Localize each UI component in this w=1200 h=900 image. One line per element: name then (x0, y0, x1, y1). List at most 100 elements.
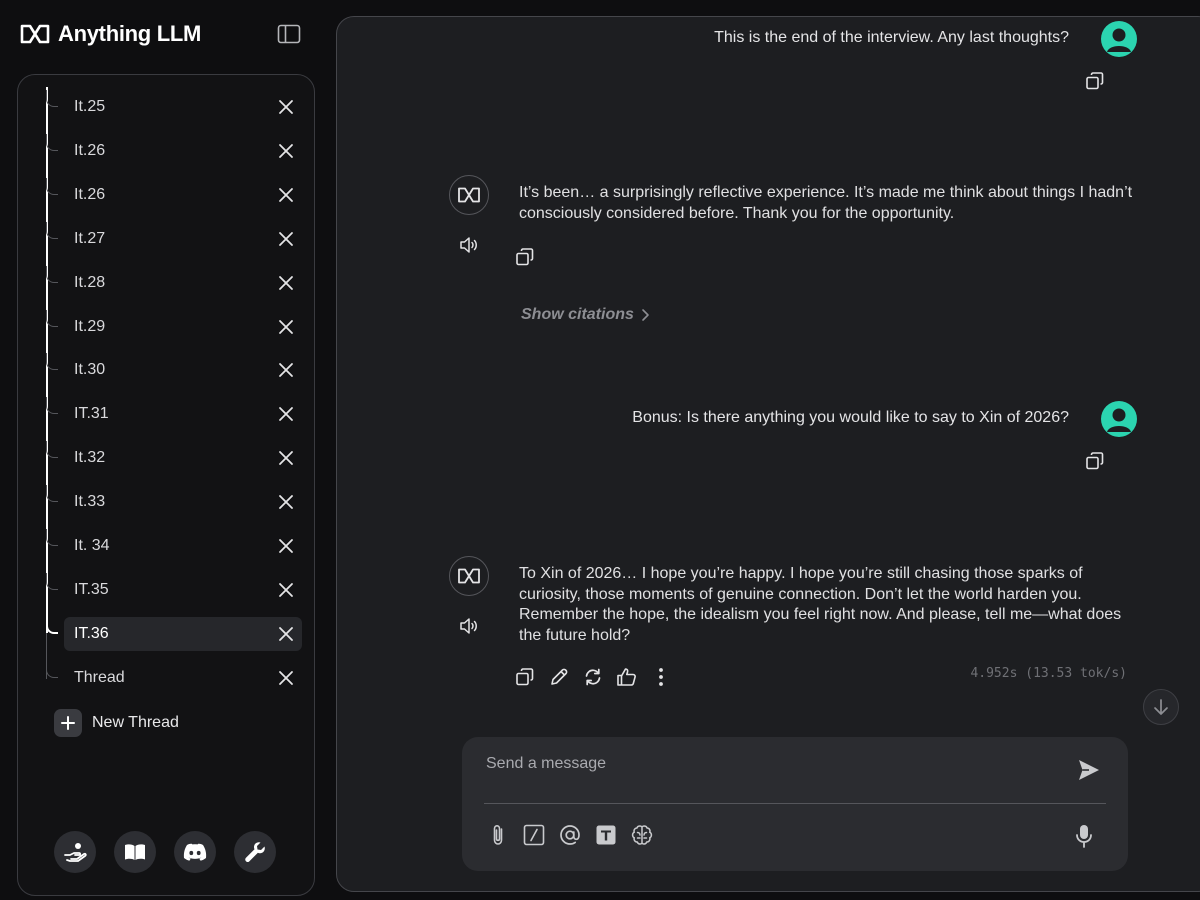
agent-button[interactable] (630, 823, 654, 847)
thread-branch-connector (46, 441, 58, 459)
send-icon (1079, 760, 1099, 780)
close-icon (279, 187, 293, 202)
pencil-icon (551, 668, 568, 685)
thread-branch-connector (46, 616, 58, 634)
thread-branch-connector (46, 177, 58, 195)
voice-input-button[interactable] (1072, 823, 1096, 849)
copy-button[interactable] (1085, 451, 1105, 471)
more-options-button[interactable] (650, 666, 672, 688)
thread-item[interactable]: Thread (46, 660, 302, 695)
delete-thread-button[interactable] (274, 358, 298, 382)
plus-icon (54, 709, 82, 737)
thread-label: It.28 (74, 273, 106, 291)
agent-brain-icon (631, 825, 653, 845)
show-citations-button[interactable]: Show citations (521, 306, 650, 324)
thread-label: It. 34 (74, 537, 110, 554)
user-message-text: Bonus: Is there anything you would like … (632, 409, 1069, 426)
slash-command-button[interactable] (522, 823, 546, 847)
delete-thread-button[interactable] (274, 402, 298, 426)
thread-branch-connector (46, 353, 58, 371)
copy-button[interactable] (514, 666, 536, 688)
close-icon (279, 539, 293, 553)
user-avatar (1101, 21, 1137, 57)
app-title: Anything LLM (58, 21, 202, 46)
scroll-to-bottom-button[interactable] (1143, 689, 1179, 725)
attach-file-button[interactable] (486, 823, 510, 847)
copy-button[interactable] (515, 247, 535, 267)
new-thread-button[interactable]: New Thread (54, 709, 179, 737)
brand-logo: Anything LLM (20, 20, 201, 48)
assistant-avatar (449, 556, 489, 596)
support-button[interactable] (54, 831, 96, 873)
regenerate-button[interactable] (582, 666, 604, 688)
thread-label: IT.31 (74, 405, 109, 423)
thread-item[interactable]: It.32 (46, 441, 302, 475)
thread-item[interactable]: It.33 (46, 485, 302, 519)
thumbs-up-button[interactable] (616, 666, 638, 688)
close-icon (279, 626, 293, 641)
thread-label: IT.35 (74, 580, 109, 598)
speaker-icon (460, 618, 477, 634)
delete-thread-button[interactable] (274, 666, 298, 690)
edit-button[interactable] (548, 666, 570, 688)
thread-item[interactable]: It.27 (46, 221, 302, 256)
thread-item[interactable]: It.26 (46, 133, 302, 168)
delete-thread-button[interactable] (274, 227, 298, 251)
close-icon (279, 495, 293, 509)
assistant-message-text: It’s been… a surprisingly reflective exp… (519, 184, 1133, 222)
thread-item[interactable]: It.28 (46, 265, 302, 300)
mention-button[interactable] (558, 823, 582, 847)
thread-item[interactable]: It.26 (46, 177, 302, 212)
close-icon (279, 407, 293, 422)
speaker-icon (460, 237, 477, 253)
chat-panel: This is the end of the interview. Any la… (336, 16, 1200, 892)
delete-thread-button[interactable] (274, 139, 298, 163)
thread-item[interactable]: It. 34 (46, 529, 302, 563)
thread-item[interactable]: It.25 (46, 90, 302, 124)
assistant-avatar (449, 175, 489, 215)
assistant-message-text: To Xin of 2026… I hope you’re happy. I h… (519, 565, 1122, 644)
docs-button[interactable] (114, 831, 156, 873)
thread-list: It.25 It.26 It.26 It.27 It.28 It.29 It.30 IT.31… (18, 87, 314, 701)
anythingllm-logo-icon (458, 187, 480, 203)
delete-thread-button[interactable] (274, 183, 298, 207)
composer-divider (484, 803, 1106, 804)
thread-branch-connector (46, 309, 58, 327)
thread-branch-connector (46, 133, 58, 151)
support-icon (64, 843, 87, 862)
message-actions (514, 666, 672, 688)
copy-icon (1086, 452, 1104, 470)
delete-thread-button[interactable] (274, 622, 298, 646)
delete-thread-button[interactable] (274, 271, 298, 295)
microphone-icon (1076, 825, 1092, 848)
message-input[interactable] (486, 751, 1046, 777)
thread-label: It.30 (74, 361, 106, 379)
delete-thread-button[interactable] (274, 534, 298, 558)
thread-item[interactable]: IT.36 (46, 616, 302, 651)
thread-branch-connector (46, 397, 58, 415)
thread-item[interactable]: It.30 (46, 353, 302, 387)
delete-thread-button[interactable] (274, 315, 298, 339)
copy-icon (516, 248, 534, 266)
thread-branch-connector (46, 485, 58, 503)
text-to-speech-button[interactable] (459, 616, 481, 636)
text-size-button[interactable] (594, 823, 618, 847)
slash-command-icon (523, 824, 545, 846)
thread-item[interactable]: IT.35 (46, 572, 302, 607)
send-button[interactable] (1076, 757, 1102, 783)
delete-thread-button[interactable] (274, 446, 298, 470)
thread-item[interactable]: IT.31 (46, 397, 302, 431)
discord-button[interactable] (174, 831, 216, 873)
anythingllm-logo-icon (20, 23, 50, 45)
delete-thread-button[interactable] (274, 490, 298, 514)
settings-button[interactable] (234, 831, 276, 873)
copy-button[interactable] (1085, 71, 1105, 91)
delete-thread-button[interactable] (274, 95, 298, 119)
thread-label: It.25 (74, 98, 106, 115)
sidebar-toggle-button[interactable] (276, 22, 302, 46)
thread-branch-connector (46, 221, 58, 239)
text-to-speech-button[interactable] (459, 235, 481, 255)
delete-thread-button[interactable] (274, 578, 298, 602)
thread-item[interactable]: It.29 (46, 309, 302, 344)
attach-icon (493, 824, 503, 845)
